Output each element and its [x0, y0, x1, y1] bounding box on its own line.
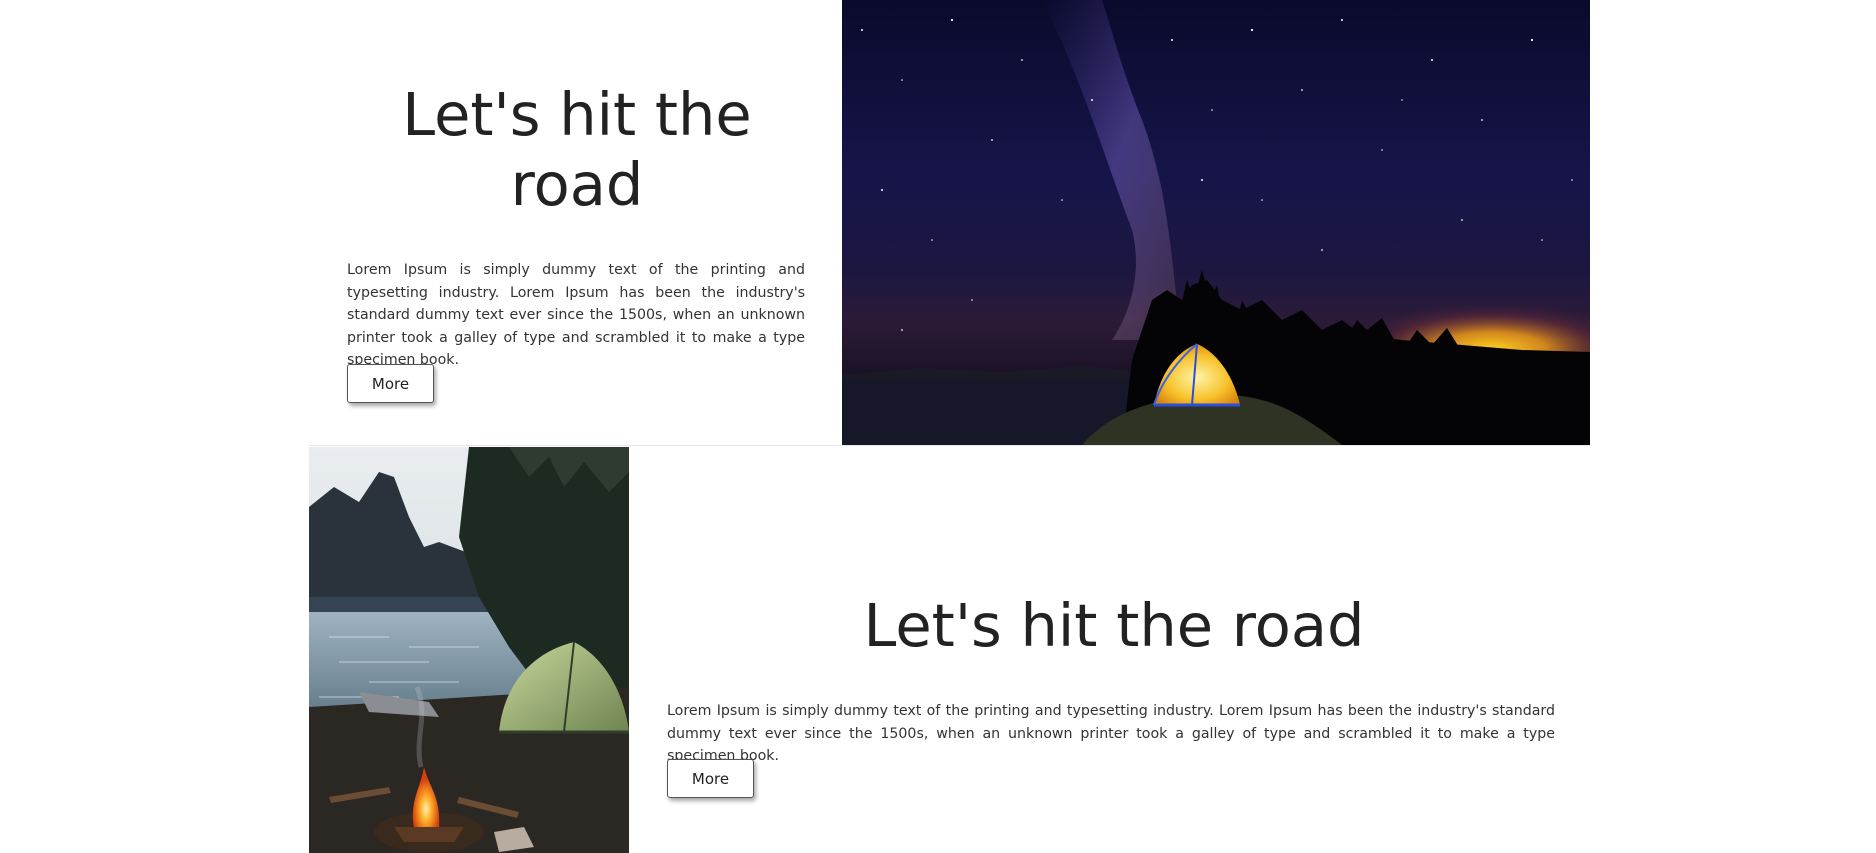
feature-section-1-text: Let's hit the road Lorem Ipsum is simply… — [309, 0, 842, 445]
lakeside-campfire-illustration — [309, 447, 629, 853]
page: Let's hit the road Lorem Ipsum is simply… — [0, 0, 1876, 853]
section-divider — [309, 445, 1590, 446]
lakeside-campfire-tent-photo — [309, 447, 629, 853]
night-sky-tent-photo — [842, 0, 1590, 445]
feature-section-1: Let's hit the road Lorem Ipsum is simply… — [309, 0, 1590, 445]
feature-title-2: Let's hit the road — [863, 591, 1365, 660]
more-button-2[interactable]: More — [667, 759, 754, 798]
feature-section-2: Let's hit the road Lorem Ipsum is simply… — [309, 447, 1590, 853]
more-button-1[interactable]: More — [347, 364, 434, 403]
night-sky-tent-illustration — [842, 0, 1590, 445]
feature-title-1: Let's hit the road — [402, 80, 752, 219]
feature-description-2: Lorem Ipsum is simply dummy text of the … — [667, 703, 1555, 765]
feature-description-1: Lorem Ipsum is simply dummy text of the … — [347, 262, 805, 369]
